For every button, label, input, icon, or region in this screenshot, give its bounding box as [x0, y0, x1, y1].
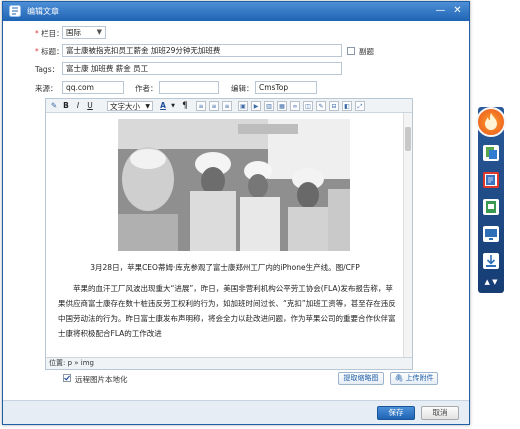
underline-icon[interactable]: U — [86, 101, 94, 111]
chevron-down-icon[interactable]: ▼ — [170, 101, 176, 111]
sidebar-edit-button[interactable] — [483, 172, 499, 188]
editor-window: 编辑文章 — ✕ * 栏目： 国际 ▼ * 标题： 富士康被指克扣员工薪金 加班… — [2, 1, 470, 425]
minimize-button[interactable]: — — [434, 5, 447, 17]
fullscreen-icon[interactable]: ⤢ — [355, 101, 365, 111]
arrow-up-icon[interactable]: ▲ — [484, 278, 489, 286]
article-photo — [118, 119, 350, 251]
window-title: 编辑文章 — [27, 7, 59, 16]
localize-images-checkbox[interactable] — [63, 374, 71, 382]
cancel-button[interactable]: 取消 — [421, 406, 459, 420]
upload-attachment-button[interactable]: 🖇 上传附件 — [390, 372, 438, 385]
column-label: * 栏目： — [35, 29, 64, 38]
subtitle-checkbox[interactable] — [347, 47, 355, 55]
insert-image-icon[interactable]: ▣ — [238, 101, 248, 111]
subtitle-label: 副题 — [359, 47, 374, 56]
format-brush-icon[interactable]: ✎ — [50, 101, 58, 111]
title-label: * 标题： — [35, 47, 64, 56]
source-input[interactable]: qq.com — [62, 81, 124, 94]
monitor-icon — [485, 229, 497, 240]
align-left-icon[interactable]: ≡ — [196, 101, 206, 111]
flame-icon — [485, 113, 497, 130]
sidebar-collapse-arrows[interactable]: ▲ ▼ — [480, 278, 502, 286]
paperclip-icon: 🖇 — [394, 374, 404, 382]
copy-icon — [486, 147, 497, 159]
editor-label: 编辑： — [231, 84, 254, 93]
rich-text-editor[interactable]: ✎ B I U 文字大小 ▼ A ▼ ¶ ≡ ≡ ≡ ▣ ▶ ▥ ▦ ∞ ◫ ✎… — [45, 98, 413, 370]
editor-content[interactable]: 3月28日，苹果CEO蒂姆·库克参观了富士康郑州工厂内的iPhone生产线。图/… — [46, 113, 404, 359]
tags-input[interactable]: 富士康 加班费 薪金 员工 — [62, 62, 342, 75]
sidebar-screen-button[interactable] — [483, 226, 499, 242]
font-color-icon[interactable]: A — [158, 101, 168, 111]
chevron-down-icon: ▼ — [145, 103, 150, 110]
scrollbar-thumb[interactable] — [405, 127, 411, 151]
column-select[interactable]: 国际 ▼ — [62, 26, 106, 39]
editor-scrollbar[interactable] — [403, 113, 412, 359]
dialog-footer: 保存 取消 — [3, 400, 469, 424]
tags-label: Tags： — [35, 65, 60, 74]
insert-table-icon[interactable]: ▦ — [277, 101, 287, 111]
article-paragraph: 苹果的血汗工厂风波出现重大“进展”，昨日，美国非营利机构公平劳工协会(FLA)发… — [58, 284, 396, 338]
insert-chart-icon[interactable]: ▥ — [264, 101, 274, 111]
font-size-select[interactable]: 文字大小 ▼ — [107, 101, 153, 111]
photo-caption: 3月28日，苹果CEO蒂姆·库克参观了富士康郑州工厂内的iPhone生产线。图/… — [90, 263, 360, 272]
edit-doc-icon — [486, 175, 495, 185]
editor-toolbar: ✎ B I U 文字大小 ▼ A ▼ ¶ ≡ ≡ ≡ ▣ ▶ ▥ ▦ ∞ ◫ ✎… — [46, 99, 412, 113]
sidebar-document-button[interactable] — [483, 199, 499, 215]
document-icon — [486, 201, 496, 213]
source-code-icon[interactable]: ◧ — [342, 101, 352, 111]
app-logo-icon — [9, 5, 21, 17]
insert-link-icon[interactable]: ∞ — [290, 101, 300, 111]
close-button[interactable]: ✕ — [451, 5, 464, 17]
page-break-icon[interactable]: ⊟ — [329, 101, 339, 111]
author-label: 作者： — [135, 84, 158, 93]
align-center-icon[interactable]: ≡ — [209, 101, 219, 111]
edit-icon[interactable]: ✎ — [316, 101, 326, 111]
editor-input[interactable]: CmsTop — [255, 81, 317, 94]
save-button[interactable]: 保存 — [377, 406, 415, 420]
article-form: * 栏目： 国际 ▼ * 标题： 富士康被指克扣员工薪金 加班29分钟无加班费 … — [7, 22, 465, 398]
checkmark-icon — [64, 375, 70, 381]
title-input[interactable]: 富士康被指克扣员工薪金 加班29分钟无加班费 — [62, 44, 342, 57]
align-right-icon[interactable]: ≡ — [222, 101, 232, 111]
title-bar[interactable]: 编辑文章 — ✕ — [3, 2, 469, 21]
sidebar-copy-button[interactable] — [483, 145, 499, 161]
italic-icon[interactable]: I — [74, 101, 82, 111]
bold-icon[interactable]: B — [62, 101, 70, 111]
extract-thumbnail-button[interactable]: 提取缩略图 — [338, 372, 384, 385]
flame-logo-icon[interactable] — [476, 107, 506, 137]
sidebar-download-button[interactable] — [483, 253, 499, 269]
text-direction-icon[interactable]: ¶ — [180, 101, 190, 111]
arrow-down-icon[interactable]: ▼ — [492, 278, 497, 286]
localize-images-label: 远程图片本地化 — [75, 375, 128, 384]
source-label: 来源： — [35, 84, 58, 93]
author-input[interactable] — [159, 81, 219, 94]
insert-media-icon[interactable]: ▶ — [251, 101, 261, 111]
chevron-down-icon: ▼ — [96, 28, 102, 36]
insert-attachment-icon[interactable]: ◫ — [303, 101, 313, 111]
download-icon — [486, 255, 496, 267]
element-path: 位置: p » img — [46, 357, 412, 369]
